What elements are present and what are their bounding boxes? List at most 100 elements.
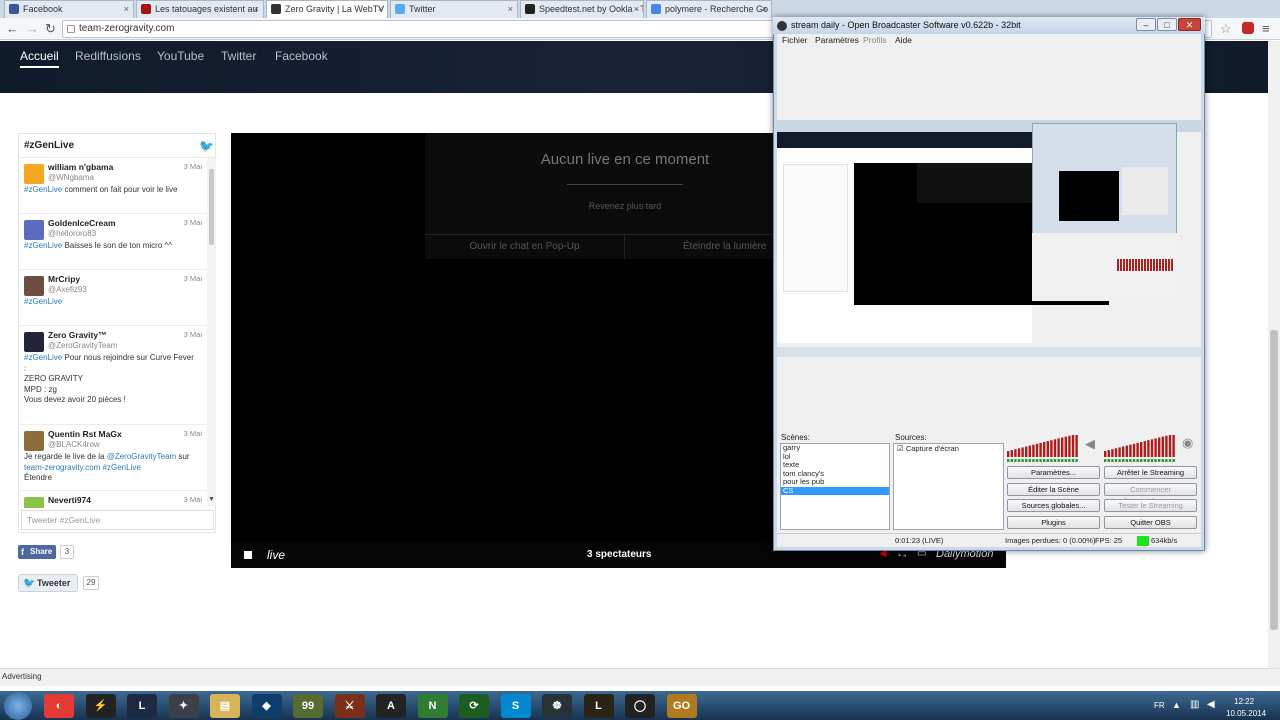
microphone-icon[interactable]: ◉ bbox=[1182, 435, 1193, 451]
tray-arrow-icon[interactable]: ▲ bbox=[1172, 700, 1181, 710]
clock-time[interactable]: 12:22 bbox=[1234, 697, 1254, 706]
menu-fichier[interactable]: Fichier bbox=[782, 34, 808, 47]
tweet-author[interactable]: Quentin Rst MaGx bbox=[48, 429, 122, 440]
tweet-date[interactable]: 3 Mai bbox=[184, 495, 202, 506]
avatar[interactable] bbox=[24, 276, 44, 296]
nav-rediffusions[interactable]: Rediffusions bbox=[75, 49, 141, 63]
taskbar-app-icon[interactable]: ⚡ bbox=[85, 694, 116, 718]
tweet-author[interactable]: MrCripy bbox=[48, 274, 80, 285]
tab-close-icon[interactable]: × bbox=[378, 1, 383, 17]
tweet-date[interactable]: 3 Mai bbox=[184, 330, 202, 341]
avatar[interactable] bbox=[24, 164, 44, 184]
tab-close-icon[interactable]: × bbox=[634, 1, 639, 17]
scroll-down-icon[interactable]: ▼ bbox=[208, 496, 215, 503]
speaker-volume-icon[interactable]: ◀ bbox=[1085, 436, 1095, 452]
page-scrollbar-thumb[interactable] bbox=[1270, 330, 1278, 630]
hashtag-link[interactable]: #zGenLive bbox=[24, 353, 62, 362]
taskbar-app-icon[interactable]: ▤ bbox=[210, 694, 240, 718]
taskbar-app-icon[interactable]: L bbox=[583, 694, 614, 718]
taskbar-app-icon[interactable]: GO bbox=[666, 694, 697, 718]
tab-5[interactable]: Speedtest.net by Ookla - T × bbox=[520, 0, 644, 18]
tweet-handle[interactable]: @ZeroGravityTeam bbox=[48, 341, 117, 352]
widget-scrollbar-thumb[interactable] bbox=[209, 169, 214, 245]
scene-item[interactable]: garry bbox=[781, 443, 889, 453]
obs-button[interactable]: Commencer l'enregistrement bbox=[1104, 482, 1197, 505]
tab-close-icon[interactable]: × bbox=[508, 1, 513, 17]
taskbar-app-icon[interactable]: ☸ bbox=[542, 694, 572, 718]
tweet-button[interactable]: 🐦 Tweeter bbox=[18, 574, 78, 592]
tab-close-icon[interactable]: × bbox=[254, 1, 259, 17]
tweet-handle[interactable]: @BLACK4row bbox=[48, 440, 100, 451]
taskbar-app-icon[interactable]: 99 bbox=[293, 694, 323, 718]
hashtag-link[interactable]: #zGenLive bbox=[24, 297, 62, 306]
scenes-list[interactable]: garry lol texte tom clancy's pour les pub CS bbox=[780, 443, 890, 530]
taskbar-app-icon[interactable]: A bbox=[376, 694, 406, 718]
nav-youtube[interactable]: YouTube bbox=[157, 49, 204, 63]
taskbar-app-icon[interactable]: ◆ bbox=[251, 694, 282, 718]
tweet-author[interactable]: Neverti974 bbox=[48, 495, 91, 506]
tweet-author[interactable]: GoldenIceCream bbox=[48, 218, 116, 229]
extension-icon[interactable] bbox=[1242, 22, 1254, 34]
obs-button[interactable]: Quitter OBS bbox=[1104, 515, 1197, 529]
taskbar-app-icon[interactable]: ◯ bbox=[625, 694, 655, 718]
tweet-date[interactable]: 3 Mai bbox=[184, 162, 202, 173]
source-item[interactable]: ☑ Capture d'écran bbox=[894, 444, 1003, 454]
maximize-button[interactable]: □ bbox=[1157, 18, 1177, 31]
taskbar-app-icon[interactable]: ◐ bbox=[44, 694, 74, 718]
tweet-handle[interactable]: @hellororo83 bbox=[48, 229, 96, 240]
obs-button[interactable]: Sources globales... bbox=[1007, 499, 1100, 512]
avatar[interactable] bbox=[24, 332, 44, 352]
bookmark-star-icon[interactable]: ☆ bbox=[1220, 21, 1232, 37]
menu-parametres[interactable]: Paramètres bbox=[815, 34, 859, 47]
tweet-link[interactable]: team-zerogravity.com bbox=[24, 463, 100, 472]
obs-button[interactable]: Tester le Streaming bbox=[1104, 499, 1197, 512]
tweet-author[interactable]: Zero Gravity™ bbox=[48, 330, 107, 341]
menu-icon[interactable]: ≡ bbox=[1262, 21, 1270, 37]
taskbar-app-icon[interactable]: ⟳ bbox=[459, 694, 489, 718]
tweet-author[interactable]: william n'gbama bbox=[48, 162, 113, 173]
menu-aide[interactable]: Aide bbox=[895, 34, 912, 47]
obs-button[interactable]: Éditer la Scène bbox=[1007, 482, 1100, 496]
back-icon[interactable]: ← bbox=[6, 21, 19, 37]
expand-link[interactable]: Étendre bbox=[24, 473, 52, 482]
taskbar-app-icon[interactable]: ⚔ bbox=[334, 694, 365, 718]
tweet-handle[interactable]: @Axefiz93 bbox=[48, 285, 87, 296]
taskbar-app-icon[interactable]: L bbox=[127, 694, 157, 718]
taskbar-app-icon[interactable]: ✦ bbox=[168, 694, 199, 718]
hashtag-link[interactable]: #zGenLive bbox=[24, 241, 62, 250]
tab-6[interactable]: polymere - Recherche Go × bbox=[646, 0, 772, 18]
forward-icon[interactable]: → bbox=[26, 21, 39, 37]
tweet-date[interactable]: 3 Mai bbox=[184, 429, 202, 440]
close-button[interactable]: ✕ bbox=[1178, 18, 1201, 31]
tweet-input[interactable]: Tweeter #zGenLive bbox=[21, 510, 214, 530]
tab-close-icon[interactable]: × bbox=[124, 1, 129, 17]
stop-icon[interactable] bbox=[244, 551, 252, 559]
network-icon[interactable]: ▥ bbox=[1190, 699, 1199, 710]
tab-3[interactable]: Zero Gravity | La WebTV p × bbox=[266, 0, 388, 18]
tab-2[interactable]: Les tatouages existent au × bbox=[136, 0, 264, 18]
speaker-icon[interactable]: ◀ bbox=[1207, 699, 1215, 710]
avatar[interactable] bbox=[24, 497, 44, 508]
hashtag-link[interactable]: #zGenLive bbox=[100, 463, 141, 472]
avatar[interactable] bbox=[24, 220, 44, 240]
tweet-date[interactable]: 3 Mai bbox=[184, 218, 202, 229]
widget-title[interactable]: #zGenLive bbox=[24, 140, 74, 151]
avatar[interactable] bbox=[24, 431, 44, 451]
tab-4[interactable]: Twitter × bbox=[390, 0, 518, 18]
reload-icon[interactable]: ↻ bbox=[45, 21, 56, 37]
taskbar-app-icon[interactable]: S bbox=[500, 694, 531, 718]
obs-button[interactable]: Arrêter le Streaming bbox=[1104, 466, 1197, 479]
scene-item[interactable]: pour les pub bbox=[781, 477, 889, 487]
taskbar-app-icon[interactable]: N bbox=[417, 694, 448, 718]
tweet-handle[interactable]: @WNgbama bbox=[48, 173, 94, 184]
language-indicator[interactable]: FR bbox=[1154, 701, 1165, 710]
minimize-button[interactable]: – bbox=[1136, 18, 1156, 31]
hashtag-link[interactable]: #zGenLive bbox=[24, 185, 62, 194]
start-button[interactable] bbox=[4, 692, 32, 720]
tab-1[interactable]: Facebook × bbox=[4, 0, 134, 18]
nav-accueil[interactable]: Accueil bbox=[20, 49, 59, 68]
obs-button[interactable]: Plugins bbox=[1007, 515, 1100, 529]
source-checkbox[interactable]: ☑ bbox=[897, 444, 906, 453]
tab-close-icon[interactable]: × bbox=[762, 1, 767, 17]
popup-chat-button[interactable]: Ouvrir le chat en Pop-Up bbox=[425, 235, 625, 259]
